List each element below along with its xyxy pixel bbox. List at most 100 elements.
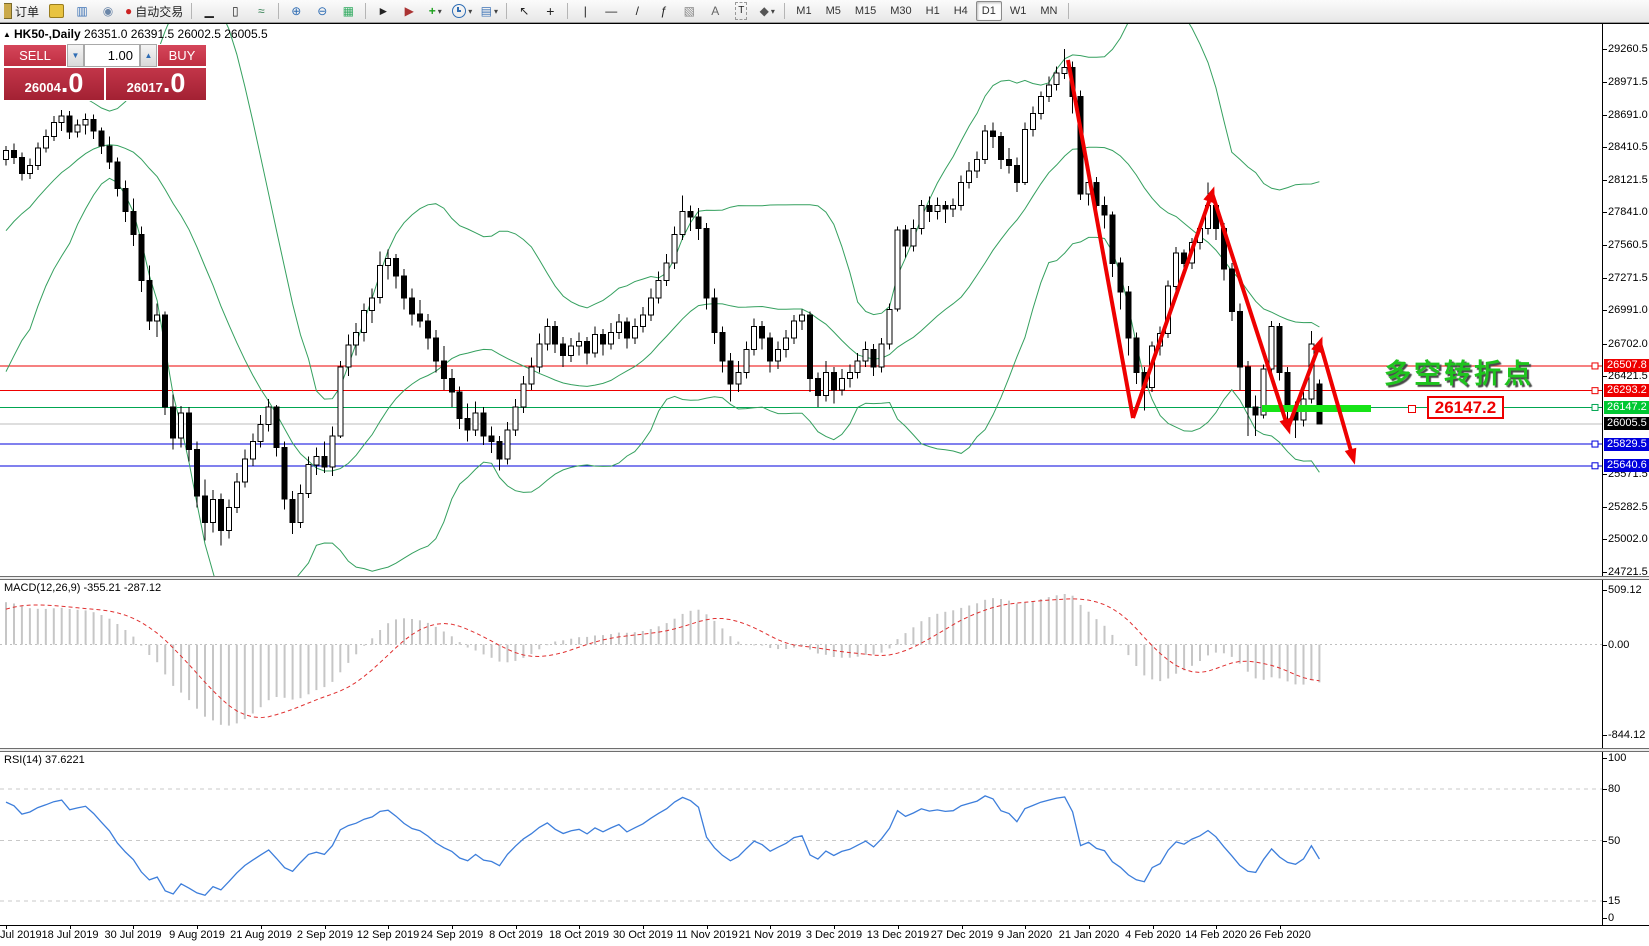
rsi-tick	[1602, 841, 1607, 842]
sell-price[interactable]: 26004 .0	[3, 67, 105, 101]
price-line-label: 26005.5	[1604, 417, 1649, 430]
price-tick-label: 24721.5	[1608, 566, 1648, 578]
macd-label: MACD(12,26,9) -355.21 -287.12	[4, 582, 162, 594]
text-label-button[interactable]: T	[729, 1, 753, 21]
toolbar: 订单 ▥ ◉ ● 自动交易 ▁ ▯ ≈ ⊕ ⊖ ▦ ► ▶ + ▾ ▾ ▤ ▾ ↖ …	[0, 0, 1649, 23]
price-tick-label: 28971.5	[1608, 76, 1648, 88]
timeframe-button-M5[interactable]: M5	[820, 1, 847, 21]
add-indicator-icon: +	[428, 4, 436, 18]
date-label: 9 Jan 2020	[997, 929, 1053, 941]
cursor-button[interactable]: ↖	[512, 1, 536, 21]
date-tick	[452, 925, 453, 929]
shapes-icon: ◆	[759, 4, 769, 18]
tile-windows-button[interactable]: ▦	[336, 1, 360, 21]
macd-tick	[1602, 590, 1607, 591]
toolbar-separator	[567, 3, 569, 19]
chart-shift-button[interactable]: ►	[371, 1, 395, 21]
price-tick-label: 28410.5	[1608, 141, 1648, 153]
macd-splitter[interactable]	[0, 576, 1649, 580]
price-tick-label: 26702.0	[1608, 338, 1648, 350]
timeframe-button-M30[interactable]: M30	[884, 1, 917, 21]
channel-icon: ▧	[683, 4, 695, 18]
date-label: 12 Sep 2019	[356, 929, 420, 941]
timeframe-button-H1[interactable]: H1	[920, 1, 946, 21]
macd-panel[interactable]	[0, 580, 1602, 748]
price-tick	[1602, 245, 1607, 246]
shapes-button[interactable]: ◆ ▾	[755, 1, 779, 21]
timeframe-button-W1[interactable]: W1	[1004, 1, 1033, 21]
sell-button[interactable]: SELL	[3, 44, 67, 67]
date-label: 18 Jul 2019	[41, 929, 99, 941]
level-price-callout[interactable]: 26147.2	[1427, 396, 1504, 419]
channel-button[interactable]: ▧	[677, 1, 701, 21]
zoom-out-button[interactable]: ⊖	[310, 1, 334, 21]
date-tick	[261, 925, 262, 929]
fibonacci-icon: ƒ	[659, 4, 667, 18]
toolbar-separator	[506, 3, 508, 19]
date-tick	[133, 925, 134, 929]
crosshair-button[interactable]: +	[538, 1, 562, 21]
new-order-button[interactable]: 订单	[1, 1, 42, 21]
toolbar-separator	[191, 3, 193, 19]
date-label: 13 Dec 2019	[866, 929, 930, 941]
price-line-label: 25829.5	[1604, 438, 1649, 451]
price-tick	[1602, 572, 1607, 573]
text-button[interactable]: A	[703, 1, 727, 21]
chart-menu-icon[interactable]: ▲	[3, 30, 11, 39]
add-indicator-button[interactable]: + ▾	[423, 1, 447, 21]
bar-chart-button[interactable]: ▁	[197, 1, 221, 21]
candlestick-chart-icon: ▯	[231, 4, 239, 18]
trendline-button[interactable]: /	[625, 1, 649, 21]
timeframe-button-H4[interactable]: H4	[948, 1, 974, 21]
quote-open: 26351.0	[84, 27, 128, 41]
signals-button[interactable]: ◉	[96, 1, 120, 21]
horizontal-line-button[interactable]: —	[599, 1, 623, 21]
volume-input[interactable]	[84, 44, 140, 67]
line-chart-button[interactable]: ≈	[249, 1, 273, 21]
auto-scroll-button[interactable]: ▶	[397, 1, 421, 21]
chart-top-border	[0, 23, 1649, 24]
candlestick-chart-button[interactable]: ▯	[223, 1, 247, 21]
market-watch-button[interactable]: ▥	[70, 1, 94, 21]
price-tick-label: 27841.0	[1608, 206, 1648, 218]
date-label: 3 Dec 2019	[805, 929, 863, 941]
volume-decrease-button[interactable]: ▼	[67, 44, 84, 67]
periods-button[interactable]: ▾	[449, 1, 475, 21]
price-tick-label: 28691.0	[1608, 109, 1648, 121]
macd-axis-label: -844.12	[1608, 729, 1646, 741]
rsi-tick	[1602, 758, 1607, 759]
sell-price-main: 26004	[24, 80, 61, 95]
market-watch-icon: ▥	[76, 4, 88, 18]
toolbar-separator	[365, 3, 367, 19]
fibonacci-button[interactable]: ƒ	[651, 1, 675, 21]
timeframe-button-D1[interactable]: D1	[975, 1, 1002, 21]
timeframe-button-M15[interactable]: M15	[849, 1, 882, 21]
buy-button[interactable]: BUY	[157, 44, 207, 67]
timeframe-button-MN[interactable]: MN	[1034, 1, 1063, 21]
date-tick	[1153, 925, 1154, 929]
price-tick	[1602, 180, 1607, 181]
zoom-in-button[interactable]: ⊕	[284, 1, 308, 21]
volume-increase-button[interactable]: ▲	[140, 44, 157, 67]
level-line-handle[interactable]	[1408, 405, 1416, 413]
rsi-splitter[interactable]	[0, 748, 1649, 752]
date-tick	[70, 925, 71, 929]
quote-close: 26005.5	[224, 27, 268, 41]
vertical-line-button[interactable]: |	[573, 1, 597, 21]
timeframe-toolbar: M1 M5 M15 M30 H1 H4 D1 W1 MN	[789, 1, 1064, 21]
main-chart[interactable]	[0, 23, 1602, 576]
price-tick	[1602, 474, 1607, 475]
quote-low: 26002.5	[177, 27, 221, 41]
date-label: 4 Feb 2020	[1125, 929, 1181, 941]
buy-price[interactable]: 26017 .0	[105, 67, 207, 101]
date-tick	[1025, 925, 1026, 929]
chart-window-button[interactable]	[44, 1, 68, 21]
trendline-icon: /	[635, 4, 639, 18]
rsi-panel[interactable]	[0, 752, 1602, 925]
templates-button[interactable]: ▤ ▾	[477, 1, 501, 21]
timeframe-button-M1[interactable]: M1	[790, 1, 817, 21]
horizontal-line-icon: —	[605, 4, 618, 18]
rsi-axis-label: 15	[1608, 895, 1621, 907]
autotrading-button[interactable]: ● 自动交易	[122, 1, 186, 21]
dropdown-icon: ▾	[437, 6, 442, 16]
